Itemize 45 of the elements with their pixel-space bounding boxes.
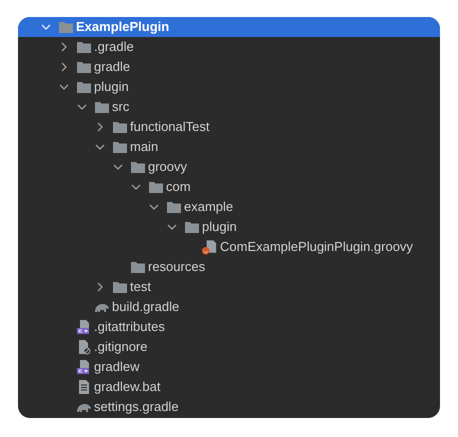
chevron-right-icon[interactable] (97, 282, 103, 292)
tree-item[interactable]: settings.gradle (18, 397, 440, 417)
tree-item[interactable]: gradle (18, 57, 440, 77)
script-file-icon (76, 319, 92, 335)
folder-icon (166, 200, 182, 214)
folder-icon (148, 180, 164, 194)
folder-icon (76, 40, 92, 54)
chevron-down-icon[interactable] (59, 84, 69, 90)
tree-item[interactable]: example (18, 197, 440, 217)
tree-item[interactable]: build.gradle (18, 297, 440, 317)
tree-item[interactable]: test (18, 277, 440, 297)
tree-item[interactable]: main (18, 137, 440, 157)
chevron-down-icon[interactable] (167, 224, 177, 230)
folder-icon (76, 60, 92, 74)
folder-icon (76, 80, 92, 94)
folder-icon (130, 160, 146, 174)
script-file-icon (76, 359, 92, 375)
tree-item[interactable]: com (18, 177, 440, 197)
tree-item[interactable]: ExamplePlugin (18, 17, 440, 37)
folder-icon (130, 260, 146, 274)
chevron-right-icon[interactable] (97, 122, 103, 132)
tree-item[interactable]: gradlew (18, 357, 440, 377)
tree-item[interactable]: resources (18, 257, 440, 277)
tree-item[interactable]: groovy (18, 157, 440, 177)
folder-icon (94, 100, 110, 114)
tree-item[interactable]: gradlew.bat (18, 377, 440, 397)
tree-item[interactable]: plugin (18, 77, 440, 97)
folder-icon (112, 120, 128, 134)
tree-item[interactable]: src (18, 97, 440, 117)
tree-item[interactable]: ComExamplePluginPlugin.groovy (18, 237, 440, 257)
folder-icon (184, 220, 200, 234)
tree-item[interactable]: plugin (18, 217, 440, 237)
chevron-down-icon[interactable] (95, 144, 105, 150)
folder-icon (58, 20, 74, 34)
chevron-down-icon[interactable] (77, 104, 87, 110)
tree-item[interactable]: .gitignore (18, 337, 440, 357)
folder-icon (112, 280, 128, 294)
tree-item[interactable]: functionalTest (18, 117, 440, 137)
chevron-down-icon[interactable] (149, 204, 159, 210)
tree-item[interactable]: .gradle (18, 37, 440, 57)
folder-icon (112, 140, 128, 154)
tree-item[interactable]: .gitattributes (18, 317, 440, 337)
chevron-down-icon[interactable] (131, 184, 141, 190)
chevron-down-icon[interactable] (113, 164, 123, 170)
groovy-file-icon (201, 238, 218, 256)
